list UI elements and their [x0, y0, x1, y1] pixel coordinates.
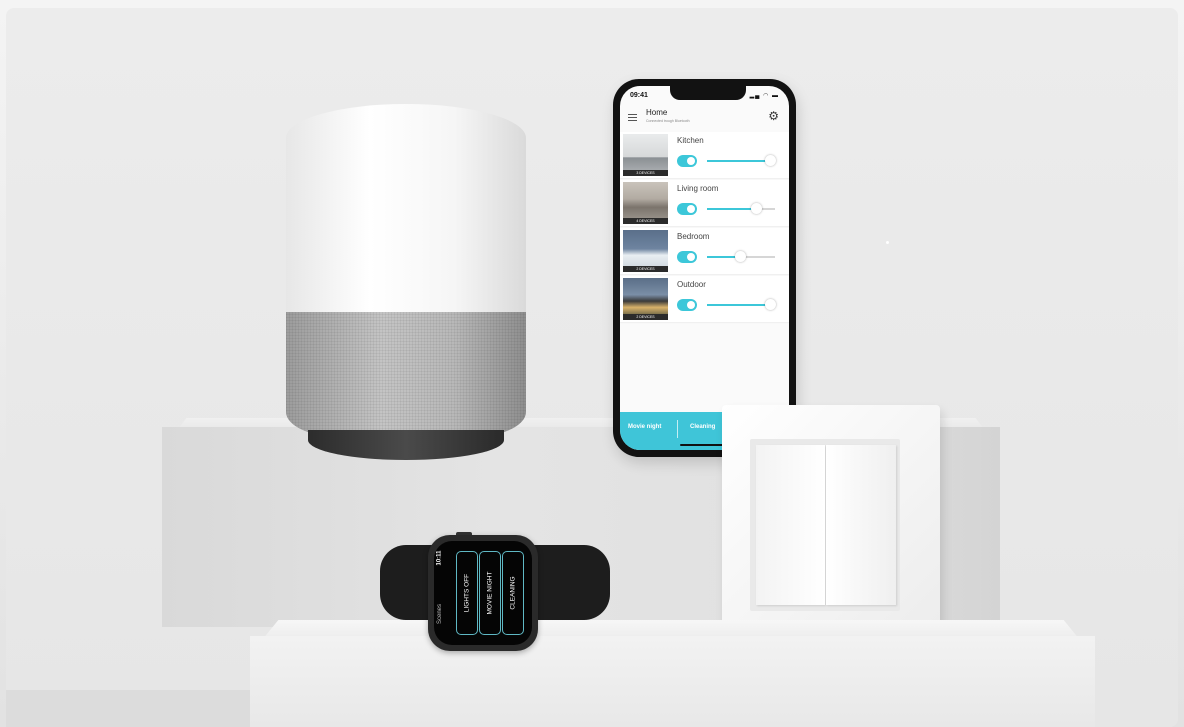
- speaker-fabric: [286, 312, 526, 438]
- room-toggle[interactable]: [677, 299, 697, 311]
- device-count: 2 DEVICES: [623, 314, 668, 320]
- scene-divider: [677, 420, 678, 438]
- brightness-slider[interactable]: [707, 155, 776, 166]
- room-toggle[interactable]: [677, 203, 697, 215]
- watch-button-label: LIGHTS OFF: [463, 573, 471, 613]
- slider-knob[interactable]: [734, 251, 746, 262]
- brightness-slider[interactable]: [707, 251, 775, 262]
- menu-icon[interactable]: [628, 114, 637, 121]
- room-toggle[interactable]: [677, 155, 697, 167]
- smartphone: 09:41 ▂▄ ◠ ▬ Home Connected trough Bluet…: [613, 79, 796, 457]
- gear-icon[interactable]: ⚙: [768, 110, 779, 122]
- scene-movie-night-button[interactable]: Movie night: [628, 424, 661, 430]
- room-toggle[interactable]: [677, 251, 697, 263]
- watch-button-label: CLEANING: [509, 576, 517, 610]
- room-card-bedroom[interactable]: 2 DEVICES Bedroom: [620, 228, 789, 274]
- product-scene: 09:41 ▂▄ ◠ ▬ Home Connected trough Bluet…: [0, 0, 1184, 727]
- watch-cleaning-button[interactable]: CLEANING: [502, 551, 524, 635]
- room-name: Living room: [677, 184, 719, 193]
- device-count: 4 DEVICES: [623, 218, 668, 224]
- switch-rocker-left: [756, 445, 825, 605]
- slider-knob[interactable]: [764, 155, 776, 166]
- room-card-living-room[interactable]: 4 DEVICES Living room: [620, 180, 789, 226]
- floor: [6, 690, 250, 727]
- signal-wifi-battery-icon: ▂▄ ◠ ▬: [749, 93, 779, 99]
- home-title: Home: [646, 108, 668, 117]
- watch-time: 10:11: [436, 550, 443, 566]
- device-count: 3 DEVICES: [623, 170, 668, 176]
- wall-switch: [722, 405, 940, 645]
- brightness-slider[interactable]: [707, 203, 775, 214]
- smart-speaker: [286, 104, 526, 460]
- room-card-kitchen[interactable]: 3 DEVICES Kitchen: [620, 132, 789, 178]
- switch-rocker-right: [826, 445, 896, 605]
- speaker-top: [286, 104, 526, 314]
- scene-cleaning-button[interactable]: Cleaning: [690, 424, 715, 430]
- room-card-outdoor[interactable]: 2 DEVICES Outdoor: [620, 276, 789, 322]
- room-name: Bedroom: [677, 232, 710, 241]
- app-header: Home Connected trough Bluetooth ⚙: [620, 106, 789, 130]
- watch-button-label: MOVIE NIGHT: [486, 571, 494, 615]
- home-subtitle: Connected trough Bluetooth: [646, 119, 690, 123]
- front-pedestal: [250, 636, 1095, 727]
- watch-lights-off-button[interactable]: LIGHTS OFF: [456, 551, 478, 635]
- watch-title: Scenes: [437, 603, 444, 625]
- speaker-base: [308, 430, 504, 460]
- watch-movie-night-button[interactable]: MOVIE NIGHT: [479, 551, 501, 635]
- phone-notch: [670, 86, 746, 100]
- phone-screen: 09:41 ▂▄ ◠ ▬ Home Connected trough Bluet…: [620, 86, 789, 450]
- brightness-slider[interactable]: [707, 299, 776, 310]
- highlight-dot: [886, 241, 889, 244]
- watch-screen: Scenes 10:11 LIGHTS OFF MOVIE NIGHT CLEA…: [434, 541, 532, 645]
- slider-knob[interactable]: [764, 299, 776, 310]
- status-time: 09:41: [630, 92, 648, 99]
- slider-knob[interactable]: [750, 203, 762, 214]
- device-count: 2 DEVICES: [623, 266, 668, 272]
- room-name: Outdoor: [677, 280, 706, 289]
- room-name: Kitchen: [677, 136, 704, 145]
